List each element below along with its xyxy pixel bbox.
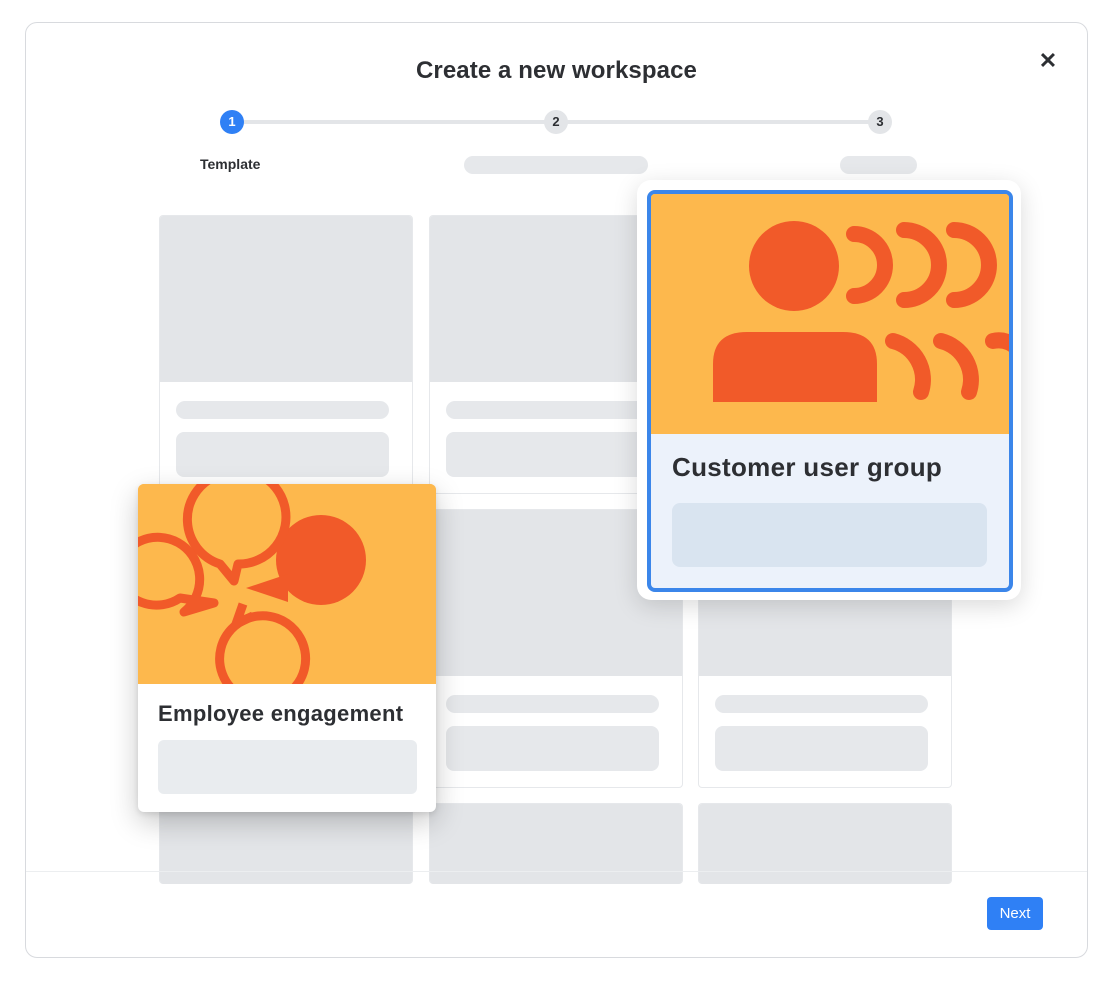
card-image-placeholder — [160, 804, 412, 884]
card-title-placeholder — [446, 695, 659, 713]
step-1[interactable]: 1 — [220, 110, 244, 134]
card-image-placeholder — [160, 216, 412, 382]
template-card-employee-engagement[interactable]: Employee engagement — [138, 484, 436, 812]
card-title-placeholder — [176, 401, 389, 419]
step-2[interactable]: 2 — [544, 110, 568, 134]
modal-title: Create a new workspace — [415, 57, 697, 84]
card-title-placeholder — [715, 695, 928, 713]
card-image-placeholder — [699, 804, 951, 884]
template-card-customer-user-group-wrapper: Customer user group — [637, 180, 1021, 600]
card-description-placeholder — [715, 726, 928, 771]
template-description-placeholder — [672, 503, 987, 567]
card-title-placeholder — [446, 401, 659, 419]
card-description-placeholder — [446, 432, 659, 477]
footer-divider — [26, 871, 1087, 872]
person-broadcast-icon — [651, 194, 1009, 434]
step-3[interactable]: 3 — [868, 110, 892, 134]
template-card-placeholder[interactable] — [159, 215, 413, 494]
card-image-placeholder — [430, 804, 682, 884]
template-description-placeholder — [158, 740, 417, 794]
card-description-placeholder — [176, 432, 389, 477]
close-icon[interactable]: ✕ — [1036, 49, 1060, 73]
template-title: Employee engagement — [158, 701, 404, 726]
speech-bubbles-icon — [138, 484, 436, 684]
next-button[interactable]: Next — [987, 897, 1043, 930]
step-3-label-placeholder — [840, 156, 917, 174]
template-card-customer-user-group[interactable]: Customer user group — [647, 190, 1013, 592]
step-1-label: Template — [200, 156, 261, 172]
step-2-label-placeholder — [464, 156, 648, 174]
template-title: Customer user group — [672, 452, 943, 482]
card-description-placeholder — [446, 726, 659, 771]
